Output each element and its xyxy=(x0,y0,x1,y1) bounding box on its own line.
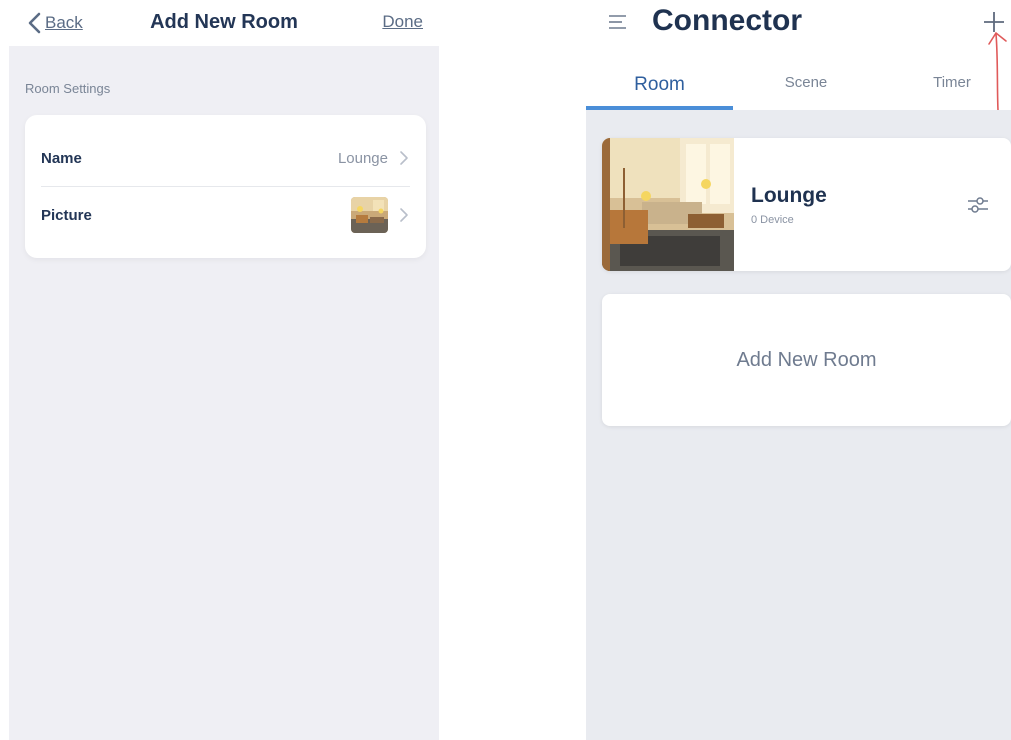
section-label: Room Settings xyxy=(25,81,111,96)
room-settings-card: Name Lounge Picture xyxy=(25,115,426,258)
room-card[interactable]: Lounge 0 Device xyxy=(602,138,1011,271)
page-title: Add New Room xyxy=(150,11,298,33)
annotation-arrow-icon xyxy=(988,31,1007,111)
active-tab-indicator xyxy=(586,106,733,110)
navigation-bar: Back Add New Room Done xyxy=(9,0,439,46)
add-new-room-label: Add New Room xyxy=(736,348,877,371)
tab-scene[interactable]: Scene xyxy=(746,74,866,91)
room-device-count: 0 Device xyxy=(751,214,794,226)
chevron-right-icon xyxy=(400,151,408,165)
tab-room[interactable]: Room xyxy=(586,74,733,96)
room-photo xyxy=(602,138,734,271)
name-row[interactable]: Name Lounge xyxy=(41,130,410,187)
add-new-room-button[interactable]: Add New Room xyxy=(602,294,1011,426)
sliders-icon[interactable] xyxy=(966,193,990,217)
add-room-screen: Back Add New Room Done Room Settings Nam… xyxy=(9,0,439,740)
name-value: Lounge xyxy=(337,149,388,167)
chevron-right-icon xyxy=(400,208,408,222)
picture-row[interactable]: Picture xyxy=(41,187,410,243)
room-name: Lounge xyxy=(751,184,827,207)
app-title: Connector xyxy=(652,4,802,37)
app-header: Connector Room Scene Timer xyxy=(586,0,1011,111)
room-picture-thumbnail xyxy=(351,197,388,233)
rooms-screen: Connector Room Scene Timer Lounge 0 Devi… xyxy=(586,0,1011,740)
tab-timer[interactable]: Timer xyxy=(906,74,998,91)
done-button[interactable]: Done xyxy=(382,12,423,32)
picture-label: Picture xyxy=(41,206,92,224)
name-label: Name xyxy=(41,149,82,167)
menu-icon[interactable] xyxy=(608,13,628,31)
